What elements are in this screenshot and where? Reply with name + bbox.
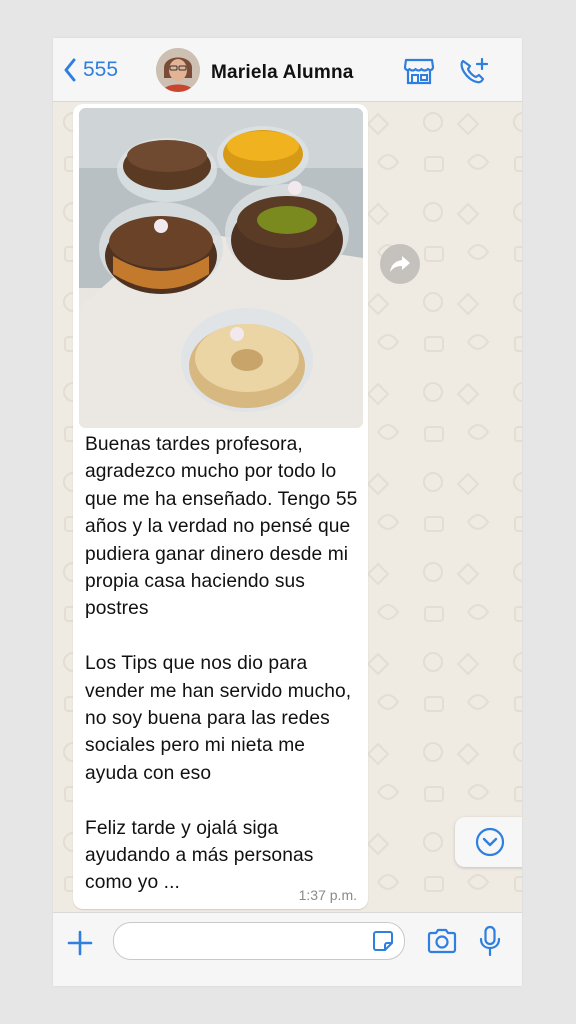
cakes-image — [79, 108, 363, 428]
message-paragraph: Buenas tardes profesora, agradezco mucho… — [85, 434, 358, 620]
chat-area[interactable]: Buenas tardes profesora, agradezco mucho… — [53, 102, 522, 912]
message-bubble[interactable]: Buenas tardes profesora, agradezco mucho… — [73, 104, 368, 909]
forward-arrow-icon — [390, 256, 410, 272]
sticker-icon[interactable] — [372, 930, 394, 952]
chevron-down-circle-icon — [475, 827, 505, 857]
unread-count: 555 — [83, 58, 119, 81]
chat-screen: 555 Mariela Alumna Buenas tardes profeso… — [53, 38, 522, 986]
scroll-down-button[interactable] — [455, 817, 522, 867]
microphone-icon[interactable] — [479, 925, 501, 957]
back-button[interactable]: 555 — [63, 56, 118, 84]
message-text: Buenas tardes profesora, agradezco mucho… — [85, 431, 361, 897]
avatar[interactable] — [156, 48, 200, 92]
chat-header: 555 Mariela Alumna — [53, 38, 522, 102]
message-time: 1:37 p.m. — [298, 887, 357, 903]
message-photo[interactable] — [79, 108, 363, 428]
message-input-bar — [53, 912, 522, 986]
message-field[interactable] — [113, 922, 405, 960]
message-paragraph: Los Tips que nos dio para vender me han … — [85, 653, 352, 784]
plus-icon[interactable] — [65, 928, 95, 958]
storefront-icon[interactable] — [403, 57, 435, 85]
add-call-icon[interactable] — [458, 57, 490, 85]
camera-icon[interactable] — [426, 927, 458, 955]
contact-name[interactable]: Mariela Alumna — [211, 62, 354, 84]
chevron-left-icon — [64, 58, 76, 82]
message-paragraph: Feliz tarde y ojalá siga ayudando a más … — [85, 817, 314, 894]
forward-button[interactable] — [380, 244, 420, 284]
message-input[interactable] — [126, 929, 370, 955]
